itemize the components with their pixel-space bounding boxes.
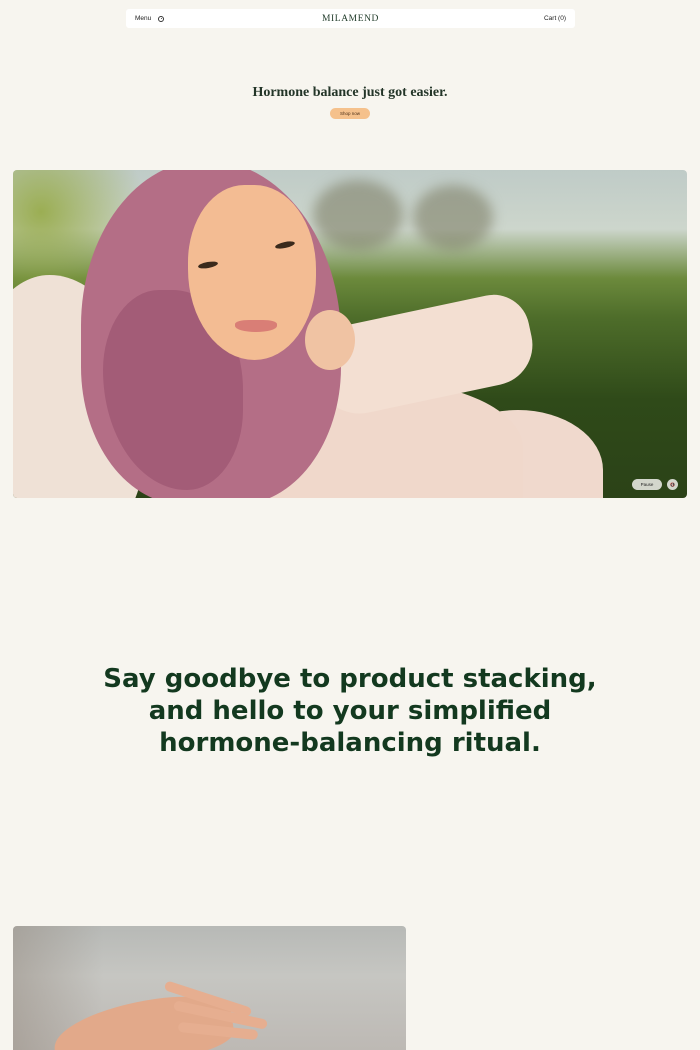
hero-title: Hormone balance just got easier. [252, 85, 448, 100]
statement-line: hormone-balancing ritual. [159, 728, 541, 758]
menu-button[interactable]: Menu [135, 15, 151, 22]
video-lips [235, 320, 277, 332]
statement-line: Say goodbye to product stacking, [103, 664, 597, 694]
video-face [188, 185, 316, 360]
video-tree [313, 180, 403, 250]
shop-now-button[interactable]: Shop now [330, 108, 370, 119]
ritual-image [13, 926, 406, 1050]
video-tree [413, 185, 493, 250]
account-icon[interactable] [158, 15, 165, 22]
hero-video: Pause 🔇 [13, 170, 687, 498]
statement-heading: Say goodbye to product stacking, and hel… [0, 663, 700, 759]
cart-button[interactable]: Cart (0) [544, 15, 566, 22]
video-hand [305, 310, 355, 370]
mute-icon[interactable]: 🔇 [667, 479, 678, 490]
pause-button[interactable]: Pause [632, 479, 662, 490]
nav-left: Menu [135, 15, 165, 22]
brand-logo[interactable]: MILAMEND [322, 14, 379, 24]
statement-line: and hello to your simplified [148, 696, 552, 726]
top-nav: Menu MILAMEND Cart (0) [126, 9, 575, 28]
